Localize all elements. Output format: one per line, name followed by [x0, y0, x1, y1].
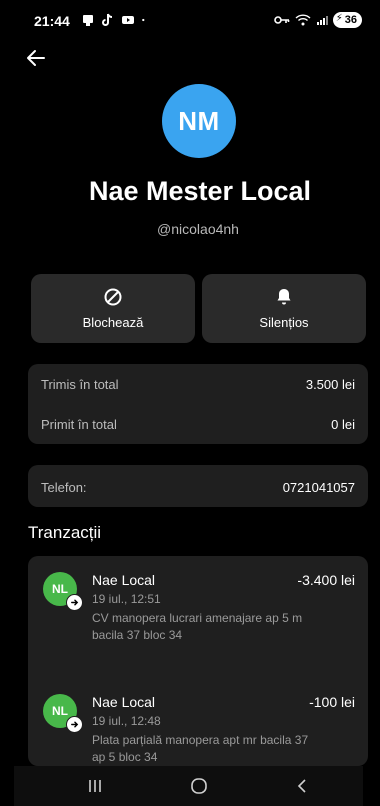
totals-card: Trimis în total 3.500 lei Primit în tota…: [28, 364, 368, 444]
arrow-right-icon: [71, 599, 79, 606]
phone-label: Telefon:: [41, 480, 87, 495]
transaction-date: 19 iul., 12:48: [92, 714, 161, 728]
profile-name: Nae Mester Local: [88, 176, 312, 206]
transaction-name: Nae Local: [92, 694, 156, 710]
transactions-list: NL Nae Local -3.400 lei 19 iul., 12:51 C…: [28, 556, 368, 766]
back-button[interactable]: [24, 46, 50, 70]
notification-icon: [83, 15, 93, 26]
phone-row: Telefon: 0721041057: [41, 480, 355, 495]
transaction-initials: NL: [52, 582, 68, 596]
back-nav-button[interactable]: [292, 776, 314, 796]
block-label: Blochează: [82, 315, 144, 330]
signal-icon: [316, 16, 328, 25]
arrow-right-icon: [71, 721, 79, 728]
avatar: NM: [162, 84, 236, 158]
status-time: 21:44: [34, 13, 70, 29]
transaction-name: Nae Local: [92, 572, 156, 588]
silence-label: Silențios: [259, 315, 309, 330]
transaction-initials: NL: [52, 704, 68, 718]
arrow-left-icon: [27, 50, 45, 66]
sent-row: Trimis în total 3.500 lei: [41, 377, 355, 392]
vpn-key-icon: [273, 16, 290, 24]
outgoing-badge: [66, 716, 83, 733]
status-right: ⚡ 36: [273, 12, 362, 28]
battery-icon: ⚡ 36: [332, 12, 362, 28]
status-bar: 21:44 ⚡ 36: [0, 0, 380, 40]
sent-label: Trimis în total: [41, 377, 119, 392]
youtube-icon: [122, 16, 134, 24]
transactions-heading: Tranzacții: [28, 523, 102, 542]
bell-icon: [277, 289, 291, 305]
recent-apps-icon: [89, 780, 101, 792]
received-value: 0 lei: [331, 417, 355, 432]
battery-level: 36: [344, 14, 357, 26]
phone-card[interactable]: Telefon: 0721041057: [28, 465, 368, 507]
system-nav-bar: [14, 766, 363, 806]
wifi-icon: [295, 14, 311, 26]
received-label: Primit în total: [41, 417, 117, 432]
transaction-description: CV manopera lucrari amenajare ap 5 m bac…: [92, 611, 303, 642]
transaction-description: Plata parțială manopera apt mr bacila 37…: [92, 733, 309, 764]
home-circle-icon: [191, 778, 207, 794]
tiktok-icon: [102, 13, 113, 26]
block-icon: [104, 288, 122, 306]
outgoing-badge: [66, 594, 83, 611]
transaction-amount: -100 lei: [309, 694, 355, 710]
received-row: Primit în total 0 lei: [41, 417, 355, 432]
sent-value: 3.500 lei: [305, 377, 355, 392]
status-left-icons: [81, 13, 149, 27]
avatar-initials: NM: [178, 105, 220, 136]
transaction-amount: -3.400 lei: [297, 572, 355, 588]
home-button[interactable]: [188, 776, 210, 796]
transaction-date: 19 iul., 12:51: [92, 592, 161, 606]
chevron-left-icon: [297, 779, 306, 793]
dot-icon: [142, 18, 145, 22]
silence-button[interactable]: Silențios: [202, 274, 366, 343]
recent-apps-button[interactable]: [84, 776, 106, 796]
block-button[interactable]: Blochează: [31, 274, 195, 343]
phone-value: 0721041057: [282, 480, 355, 495]
profile-handle: @nicolao4nh: [157, 221, 239, 237]
